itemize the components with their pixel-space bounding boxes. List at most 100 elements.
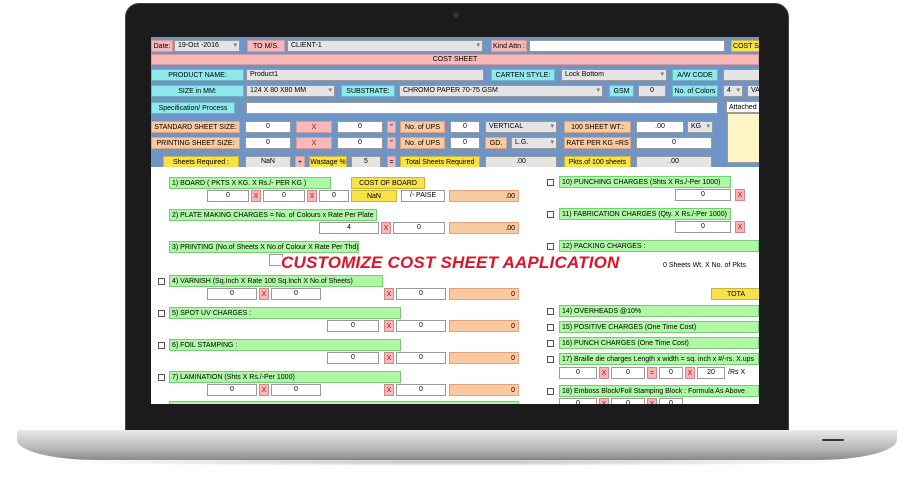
board-x2: X (307, 190, 317, 202)
print-x-label: X (296, 137, 332, 149)
sheet-weight-input[interactable]: .00 (636, 121, 684, 133)
board-rate-input[interactable]: 0 (319, 190, 349, 202)
print-size-a[interactable]: 0 (245, 137, 291, 149)
overheads-checkbox[interactable] (547, 308, 554, 315)
punching-input[interactable]: 0 (675, 189, 731, 201)
size-select[interactable]: 124 X 80 X80 MM (246, 85, 335, 97)
braille-d[interactable]: 20 (697, 367, 725, 379)
cost-sheet-button[interactable]: COST S (731, 40, 759, 52)
braille-checkbox[interactable] (547, 356, 554, 363)
attached-area[interactable] (727, 113, 759, 163)
std-size-a[interactable]: 0 (245, 121, 291, 133)
emboss-c[interactable]: 0 (659, 398, 683, 404)
product-name-label: PRODUCT NAME: (151, 69, 244, 81)
specification-input[interactable] (246, 102, 718, 114)
unit-select[interactable]: KG (687, 121, 713, 133)
braille-c[interactable]: 0 (659, 367, 683, 379)
carten-style-label: CARTEN STYLE: (491, 69, 555, 81)
board-label: 1) BOARD ( PKTS X KG. X Rs./- PER KG ) (169, 177, 331, 189)
print-size-b[interactable]: 0 (337, 137, 383, 149)
date-label: Date: (151, 40, 173, 52)
lamination-checkbox[interactable] (158, 374, 165, 381)
carten-style-select[interactable]: Lock Bottom (561, 69, 667, 81)
foil-stamping-checkbox[interactable] (158, 342, 165, 349)
spot-uv-b[interactable]: 0 (396, 320, 446, 332)
braille-x1: X (599, 367, 609, 379)
board-kg-input[interactable]: 0 (263, 190, 305, 202)
braille-a[interactable]: 0 (559, 367, 597, 379)
paise-label: /- PAISE (401, 190, 445, 202)
orientation-select[interactable]: VERTICAL (485, 121, 557, 133)
board-x1: X (251, 190, 261, 202)
foil-x: X (384, 352, 394, 364)
positive-label: 15) POSITIVE CHARGES (One Time Cost) (559, 321, 759, 333)
substrate-select[interactable]: CHROMO PAPER 70-75 GSM (399, 85, 603, 97)
foil-b[interactable]: 0 (396, 352, 446, 364)
fabrication-x: X (735, 221, 745, 233)
punching-label: 10) PUNCHING CHARGES (Shts X Rs./-Per 10… (559, 176, 731, 188)
plate-rate-input[interactable]: 0 (393, 222, 445, 234)
spot-uv-x: X (384, 320, 394, 332)
varnish-c[interactable]: 0 (396, 288, 446, 300)
plate-colors-input[interactable]: 4 (319, 222, 379, 234)
print-ups-input[interactable]: 0 (450, 137, 480, 149)
foil-total: 0 (449, 352, 519, 364)
punch-checkbox[interactable] (547, 340, 554, 347)
packing-checkbox[interactable] (547, 243, 554, 250)
lamination-x2: X (384, 384, 394, 396)
colors-select[interactable]: 4 (723, 85, 743, 97)
std-size-b[interactable]: 0 (337, 121, 383, 133)
kind-attn-input[interactable] (529, 40, 725, 52)
foil-a[interactable]: 0 (327, 352, 379, 364)
lamination-b[interactable]: 0 (271, 384, 321, 396)
client-select[interactable]: CLIENT-1 (287, 40, 483, 52)
app-screen: Date: 19-Oct -2016 TO M/S. CLIENT-1 Kind… (151, 37, 759, 404)
board-pkts-input[interactable]: 0 (207, 190, 249, 202)
braille-label: 17) Braille die charges Length x width =… (559, 353, 759, 365)
emboss-checkbox[interactable] (547, 388, 554, 395)
braille-x2: X (685, 367, 695, 379)
rate-per-kg-input[interactable]: 0 (636, 137, 712, 149)
size-label: SIZE in MM: (151, 85, 244, 97)
print-ups-label: No. of UPS (400, 137, 445, 149)
lamination-total: 0 (449, 384, 519, 396)
product-name-input[interactable]: Product1 (246, 69, 484, 81)
va-select[interactable]: VA (747, 85, 759, 97)
specification-label: Specification/ Process (151, 102, 235, 114)
punching-checkbox[interactable] (547, 179, 554, 186)
lamination-a[interactable]: 0 (207, 384, 257, 396)
positive-checkbox[interactable] (547, 324, 554, 331)
emboss-a[interactable]: 0 (559, 398, 597, 404)
cost-of-board-value: NaN (351, 190, 397, 202)
varnish-checkbox[interactable] (158, 278, 165, 285)
packing-sub-label: 0 Sheets Wt. X No. of Pkts (663, 260, 759, 272)
plate-total: .00 (449, 222, 519, 234)
std-ups-input[interactable]: 0 (450, 121, 480, 133)
lamination-c[interactable]: 0 (396, 384, 446, 396)
spot-uv-checkbox[interactable] (158, 310, 165, 317)
sheet-weight-label: 100 SHEET WT.: (564, 121, 631, 133)
date-picker[interactable]: 19-Oct -2016 (174, 40, 240, 52)
kind-attn-label: Kind Attn : (491, 40, 527, 52)
braille-b[interactable]: 0 (611, 367, 645, 379)
plate-x: X (381, 222, 391, 234)
webcam-icon (453, 12, 459, 18)
varnish-a[interactable]: 0 (207, 288, 257, 300)
emboss-b[interactable]: 0 (611, 398, 645, 404)
fabrication-checkbox[interactable] (547, 211, 554, 218)
status-light (822, 439, 844, 441)
varnish-b[interactable]: 0 (271, 288, 321, 300)
gsm-input[interactable]: 0 (638, 85, 666, 97)
spot-uv-a[interactable]: 0 (327, 320, 379, 332)
fabrication-input[interactable]: 0 (675, 221, 731, 233)
total-label: TOTA (711, 288, 759, 300)
laptop-mockup: Date: 19-Oct -2016 TO M/S. CLIENT-1 Kind… (0, 0, 914, 479)
std-quote-label: " (387, 121, 396, 133)
gd-select[interactable]: L.G. (511, 137, 557, 149)
plate-making-label: 2) PLATE MAKING CHARGES = No. of Colours… (169, 209, 377, 221)
varnish-total: 0 (449, 288, 519, 300)
page-title: COST SHEET (151, 54, 759, 65)
colors-label: No. of Colors (672, 85, 718, 97)
aw-code-input[interactable] (723, 69, 759, 81)
std-ups-label: No. of UPS (400, 121, 445, 133)
